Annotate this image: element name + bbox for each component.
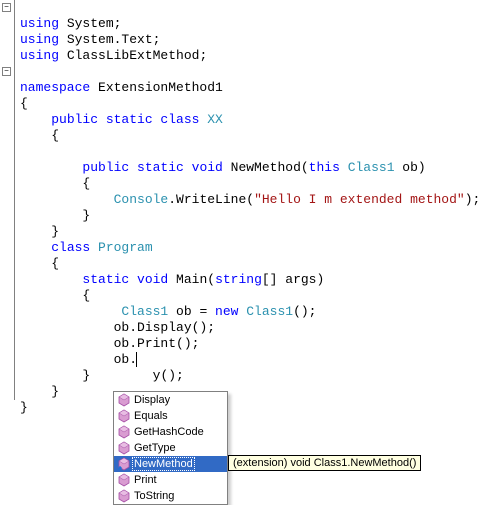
method-icon [116, 488, 132, 504]
intellisense-tooltip: (extension) void Class1.NewMethod() [228, 455, 421, 471]
intellisense-item-label: ToString [132, 490, 174, 502]
intellisense-item-label: Equals [132, 410, 168, 422]
type-class1: Class1 [340, 160, 395, 175]
intellisense-item-label: Print [132, 474, 157, 486]
intellisense-item-label: NewMethod [132, 457, 195, 471]
method-icon [116, 472, 132, 488]
code-editor[interactable]: using System; using System.Text; using C… [0, 0, 502, 416]
intellisense-item-gettype[interactable]: GetType [114, 440, 227, 456]
intellisense-item-newmethod[interactable]: NewMethod [114, 456, 227, 472]
keyword-namespace: namespace [20, 80, 90, 95]
method-icon [116, 408, 132, 424]
intellisense-item-label: GetType [132, 442, 176, 454]
intellisense-popup[interactable]: Display Equals GetHashCode GetType NewMethod… [113, 391, 228, 505]
intellisense-item-gethashcode[interactable]: GetHashCode [114, 424, 227, 440]
intellisense-item-display[interactable]: Display [114, 392, 227, 408]
keyword-using: using [20, 48, 59, 63]
text-caret [136, 352, 137, 367]
keyword-using: using [20, 16, 59, 31]
type-program: Program [98, 240, 153, 255]
intellisense-item-label: Display [132, 394, 170, 406]
intellisense-item-equals[interactable]: Equals [114, 408, 227, 424]
keyword-using: using [20, 32, 59, 47]
type-xx: XX [207, 112, 223, 127]
extension-method-icon [116, 456, 132, 472]
intellisense-item-label: GetHashCode [132, 426, 204, 438]
intellisense-item-print[interactable]: Print [114, 472, 227, 488]
intellisense-item-tostring[interactable]: ToString [114, 488, 227, 504]
method-icon [116, 392, 132, 408]
string-literal: "Hello I m extended method" [254, 192, 465, 207]
type-console: Console [114, 192, 169, 207]
method-icon [116, 424, 132, 440]
method-icon [116, 440, 132, 456]
